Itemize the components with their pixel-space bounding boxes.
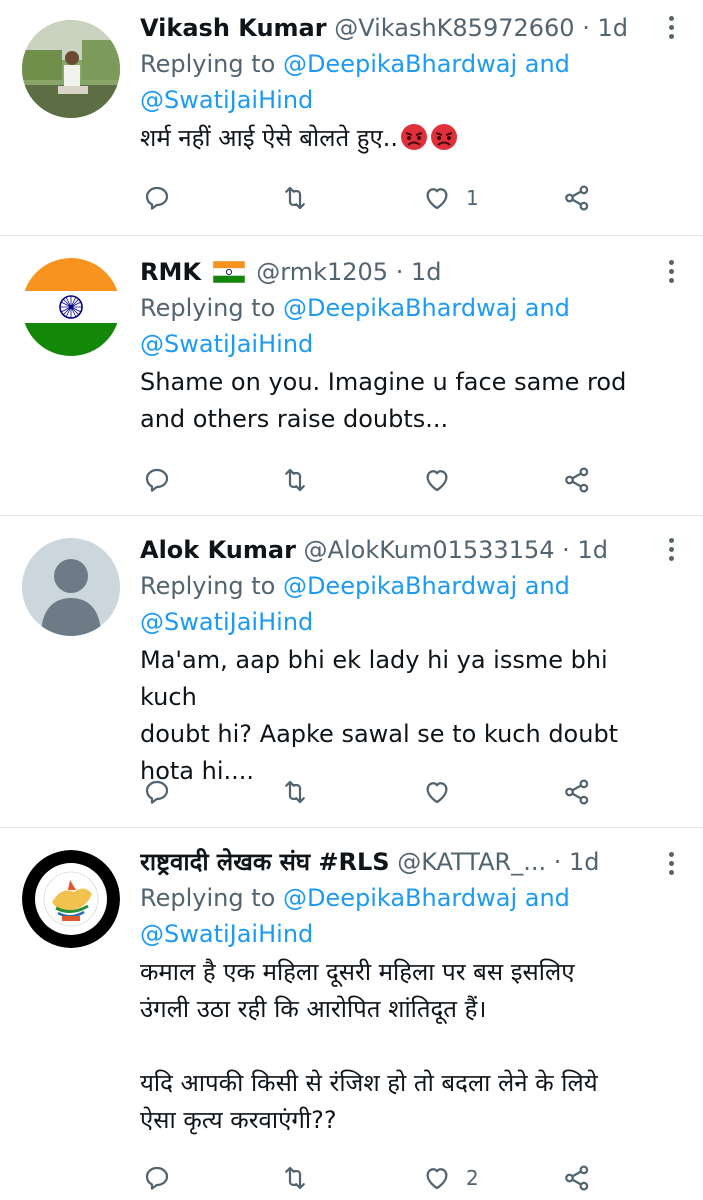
author-name[interactable]: RMK — [140, 258, 201, 286]
tweet-2[interactable]: RMK @rmk1205 · 1d Replying to @DeepikaBh… — [0, 236, 703, 516]
timestamp[interactable]: 1d — [569, 848, 600, 876]
avatar[interactable] — [22, 20, 120, 118]
retweet-icon — [285, 186, 305, 210]
share-icon — [565, 779, 589, 805]
timestamp[interactable]: 1d — [597, 14, 628, 42]
replying-label: Replying to — [140, 884, 276, 912]
tweet-actions — [140, 460, 620, 500]
like-button[interactable] — [422, 772, 466, 812]
mention-link[interactable]: @SwatiJaiHind — [140, 608, 313, 636]
angry-face-icon — [431, 124, 458, 150]
tweet-actions: 1 — [140, 178, 620, 218]
heart-icon — [426, 782, 448, 804]
share-icon — [565, 467, 589, 493]
separator: · — [395, 258, 404, 286]
author-handle[interactable]: @VikashK85972660 — [334, 14, 574, 42]
retweet-button[interactable] — [280, 460, 310, 500]
reply-button[interactable] — [142, 1158, 172, 1198]
mention-link[interactable]: @SwatiJaiHind — [140, 330, 313, 358]
tweet-4[interactable]: राष्ट्रवादी लेखक संघ #RLS @KATTAR_... · … — [0, 828, 703, 1200]
tweet-text: शर्म नहीं आई ऐसे बोलते हुए.. — [140, 120, 663, 157]
share-icon — [565, 185, 589, 211]
and-text[interactable]: and — [525, 884, 570, 912]
tweet-header: राष्ट्रवादी लेखक संघ #RLS @KATTAR_... · … — [140, 846, 663, 878]
and-text[interactable]: and — [525, 572, 570, 600]
india-flag-icon — [212, 261, 245, 283]
heart-icon — [426, 1168, 448, 1190]
replying-label: Replying to — [140, 294, 276, 322]
timestamp[interactable]: 1d — [411, 258, 442, 286]
like-button[interactable] — [422, 460, 466, 500]
replying-to: Replying to @DeepikaBhardwaj and @SwatiJ… — [140, 290, 663, 362]
tweet-text: Ma'am, aap bhi ek lady hi ya issme bhi k… — [140, 646, 619, 785]
avatar[interactable] — [22, 850, 120, 948]
share-button[interactable] — [562, 772, 592, 812]
tweet-3[interactable]: Alok Kumar @AlokKum01533154 · 1d Replyin… — [0, 516, 703, 828]
mention-link[interactable]: @SwatiJaiHind — [140, 920, 313, 948]
more-options-icon[interactable] — [669, 16, 675, 43]
share-icon — [565, 1165, 589, 1191]
author-name[interactable]: राष्ट्रवादी लेखक संघ #RLS — [140, 848, 390, 876]
separator: · — [582, 14, 590, 42]
mention-link[interactable]: @DeepikaBhardwaj — [283, 294, 517, 322]
tweet-header: Alok Kumar @AlokKum01533154 · 1d — [140, 534, 663, 566]
retweet-icon — [285, 780, 305, 804]
angry-face-icon — [401, 124, 428, 150]
replying-label: Replying to — [140, 572, 276, 600]
replying-label: Replying to — [140, 50, 276, 78]
more-options-icon[interactable] — [669, 538, 675, 565]
reply-icon — [145, 780, 169, 804]
author-handle[interactable]: @KATTAR_... — [397, 848, 546, 876]
mention-link[interactable]: @DeepikaBhardwaj — [283, 884, 517, 912]
timestamp[interactable]: 1d — [577, 536, 608, 564]
like-count: 1 — [466, 186, 479, 210]
retweet-button[interactable] — [280, 1158, 310, 1198]
tweet-actions — [140, 772, 620, 812]
and-text[interactable]: and — [525, 50, 570, 78]
heart-icon — [426, 470, 448, 492]
like-button[interactable]: 1 — [422, 178, 479, 218]
and-text[interactable]: and — [525, 294, 570, 322]
reply-button[interactable] — [142, 178, 172, 218]
avatar[interactable] — [22, 538, 120, 636]
separator: · — [553, 848, 562, 876]
author-handle[interactable]: @AlokKum01533154 — [304, 536, 555, 564]
mention-link[interactable]: @DeepikaBhardwaj — [283, 572, 517, 600]
share-button[interactable] — [562, 1158, 592, 1198]
like-count: 2 — [466, 1166, 479, 1190]
retweet-icon — [285, 468, 305, 492]
author-name[interactable]: Alok Kumar — [140, 536, 296, 564]
tweet-1[interactable]: Vikash Kumar @VikashK85972660 · 1d Reply… — [0, 0, 703, 236]
reply-button[interactable] — [142, 772, 172, 812]
share-button[interactable] — [562, 460, 592, 500]
share-button[interactable] — [562, 178, 592, 218]
reply-icon — [145, 1166, 169, 1190]
tweet-header: Vikash Kumar @VikashK85972660 · 1d — [140, 12, 663, 44]
replying-to: Replying to @DeepikaBhardwaj and @SwatiJ… — [140, 46, 663, 118]
author-handle[interactable]: @rmk1205 — [256, 258, 388, 286]
mention-link[interactable]: @SwatiJaiHind — [140, 86, 313, 114]
reply-icon — [145, 468, 169, 492]
more-options-icon[interactable] — [669, 260, 675, 287]
reply-icon — [145, 186, 169, 210]
heart-icon — [426, 188, 448, 210]
tweet-header: RMK @rmk1205 · 1d — [140, 256, 663, 288]
tweet-actions: 2 — [140, 1158, 620, 1198]
tweet-text: कमाल है एक महिला दूसरी महिला पर बस इसलिए… — [140, 958, 598, 1134]
replying-to: Replying to @DeepikaBhardwaj and @SwatiJ… — [140, 568, 663, 640]
retweet-icon — [285, 1166, 305, 1190]
more-options-icon[interactable] — [669, 852, 675, 879]
mention-link[interactable]: @DeepikaBhardwaj — [283, 50, 517, 78]
retweet-button[interactable] — [280, 772, 310, 812]
replying-to: Replying to @DeepikaBhardwaj and @SwatiJ… — [140, 880, 663, 952]
reply-button[interactable] — [142, 460, 172, 500]
separator: · — [562, 536, 570, 564]
avatar[interactable] — [22, 258, 120, 356]
author-name[interactable]: Vikash Kumar — [140, 14, 327, 42]
tweet-text: Shame on you. Imagine u face same rod an… — [140, 368, 627, 433]
like-button[interactable]: 2 — [422, 1158, 479, 1198]
retweet-button[interactable] — [280, 178, 310, 218]
tweet-text-content: शर्म नहीं आई ऐसे बोलते हुए.. — [140, 124, 399, 152]
